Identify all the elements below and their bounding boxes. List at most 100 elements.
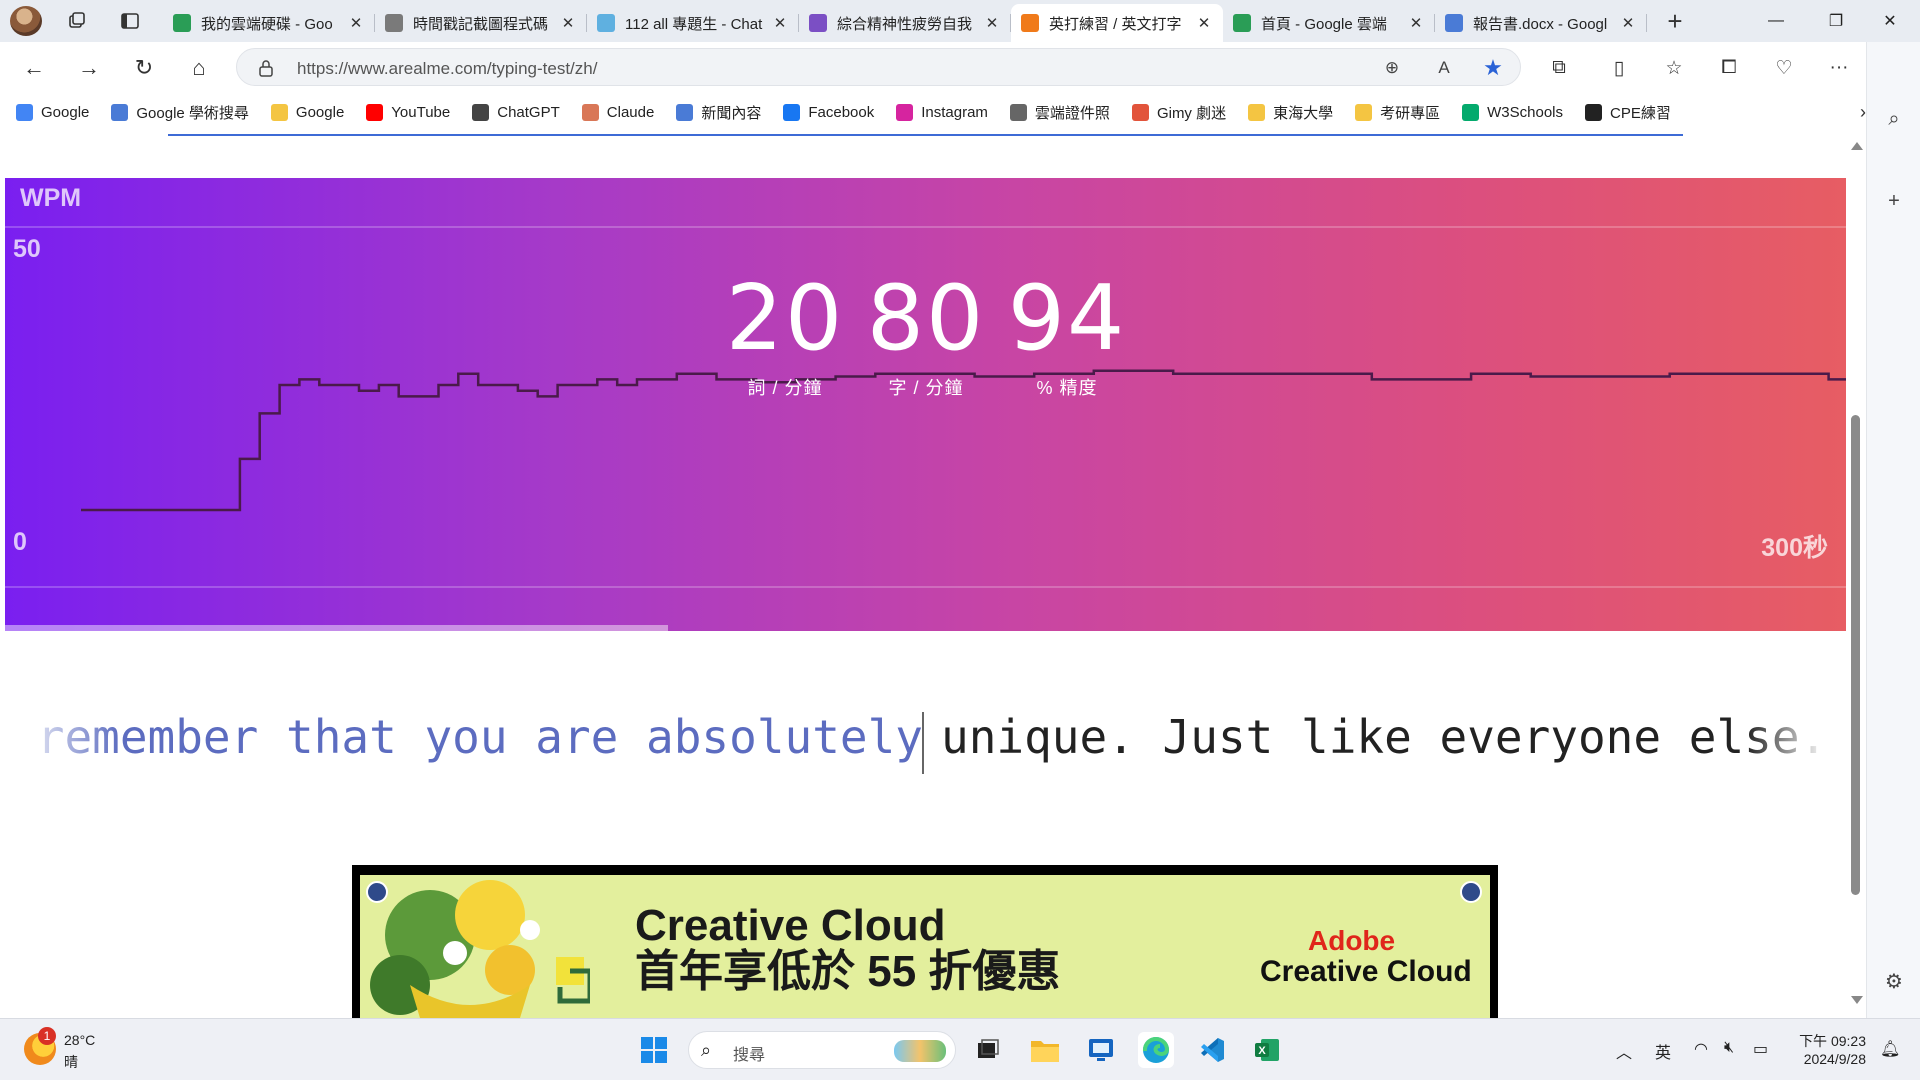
search-icon[interactable]: ⌕ — [1879, 104, 1909, 134]
facebook-icon — [783, 103, 801, 121]
close-window-button[interactable]: ✕ — [1860, 0, 1920, 42]
back-button[interactable]: ← — [18, 52, 50, 84]
bookmark-item[interactable]: Claude — [581, 103, 655, 121]
split-screen-icon[interactable]: ▯ — [1605, 54, 1633, 82]
tab-close-icon[interactable]: ✕ — [1195, 14, 1213, 32]
browser-tab[interactable]: 英打練習 / 英文打字 ✕ — [1011, 4, 1223, 42]
github-icon — [1585, 103, 1603, 121]
notification-bell-icon[interactable]: 🔔︎ — [1880, 1039, 1900, 1059]
scrollbar-thumb[interactable] — [1851, 415, 1860, 895]
collections-icon[interactable]: ⧠ — [1715, 54, 1743, 82]
volume-muted-icon[interactable]: 🔇︎ — [1724, 1039, 1734, 1057]
web-page: WPM 50 0 300秒 20 詞 / 分鐘 80 字 / 分鐘 94 % 精… — [0, 132, 1866, 1018]
taskbar-search[interactable]: ⌕ 搜尋 — [688, 1031, 956, 1069]
minimize-button[interactable]: — — [1746, 0, 1806, 42]
tab-close-icon[interactable]: ✕ — [771, 14, 789, 32]
bookmark-item[interactable]: YouTube — [366, 103, 450, 121]
remote-desktop-icon[interactable] — [1083, 1032, 1119, 1068]
battery-icon[interactable]: ▭ — [1753, 1039, 1768, 1059]
vscode-icon[interactable] — [1194, 1032, 1230, 1068]
tab-close-icon[interactable]: ✕ — [1619, 14, 1637, 32]
bookmark-item[interactable]: Instagram — [896, 103, 988, 121]
browser-tab[interactable]: 綜合精神性疲勞自我 ✕ — [799, 4, 1011, 42]
bookmark-item[interactable]: 考研專區 — [1355, 102, 1440, 123]
bookmark-item[interactable]: W3Schools — [1462, 103, 1563, 121]
profile-avatar[interactable] — [10, 6, 42, 36]
wifi-icon[interactable]: ◠ — [1694, 1039, 1708, 1059]
tab-close-icon[interactable]: ✕ — [983, 14, 1001, 32]
tab-title: 112 all 專題生 - Chat — [625, 15, 763, 33]
clock-time[interactable]: 下午 09:23 — [1796, 1031, 1866, 1051]
text-caret — [922, 712, 924, 774]
bookmark-label: Claude — [606, 103, 655, 121]
chevron-up-icon[interactable]: ︿ — [1616, 1039, 1632, 1063]
scroll-down-arrow-icon[interactable] — [1851, 996, 1863, 1004]
ad-shield-icon[interactable] — [1460, 881, 1482, 903]
browser-tab[interactable]: 我的雲端硬碟 - Goo ✕ — [163, 4, 375, 42]
weather-condition[interactable]: 晴 — [64, 1052, 78, 1072]
tab-close-icon[interactable]: ✕ — [347, 14, 365, 32]
bookmark-item[interactable]: Google — [16, 103, 90, 121]
task-view-icon[interactable] — [970, 1032, 1006, 1068]
read-aloud-icon[interactable]: A — [1433, 57, 1455, 79]
more-menu-icon[interactable]: ··· — [1825, 54, 1853, 82]
favorites-icon[interactable]: ☆ — [1660, 54, 1688, 82]
start-windows-icon[interactable] — [636, 1032, 672, 1068]
bookmark-label: Google — [41, 103, 90, 121]
browser-tab[interactable]: 時間戳記截圖程式碼 ✕ — [375, 4, 587, 42]
bookmark-item[interactable]: Gimy 劇迷 — [1131, 102, 1226, 123]
search-icon: ⌕ — [701, 1040, 712, 1060]
file-explorer-icon[interactable] — [1027, 1032, 1063, 1068]
search-highlight-icon — [894, 1040, 946, 1062]
add-icon[interactable]: + — [1879, 186, 1909, 216]
instagram-icon — [896, 103, 914, 121]
bookmark-item[interactable]: 新聞內容 — [676, 102, 761, 123]
stat-accuracy: 94 % 精度 — [992, 274, 1142, 400]
tab-close-icon[interactable]: ✕ — [1407, 14, 1425, 32]
excel-icon[interactable]: X — [1249, 1032, 1285, 1068]
tab-close-icon[interactable]: ✕ — [559, 14, 577, 32]
typing-area[interactable]: ys remember that you are absolutely uniq… — [0, 702, 1846, 782]
extensions-icon[interactable]: ⧉ — [1545, 54, 1573, 82]
folder-icon — [270, 103, 288, 121]
bookmark-label: Instagram — [921, 103, 988, 121]
docs-icon — [1445, 14, 1463, 32]
ad-shield-icon[interactable] — [366, 881, 388, 903]
url-text[interactable]: https://www.arealme.com/typing-test/zh/ — [297, 59, 597, 79]
browser-tab[interactable]: 112 all 專題生 - Chat ✕ — [587, 4, 799, 42]
lock-icon[interactable] — [257, 59, 275, 77]
zoom-icon[interactable]: ⊕ — [1381, 57, 1403, 79]
folder-icon — [1355, 103, 1373, 121]
scroll-up-arrow-icon[interactable] — [1851, 142, 1863, 150]
bookmark-item[interactable]: Google — [270, 103, 344, 121]
clock-date[interactable]: 2024/9/28 — [1780, 1051, 1866, 1067]
edge-browser-icon[interactable] — [1138, 1032, 1174, 1068]
bookmark-item[interactable]: CPE練習 — [1585, 102, 1671, 123]
restore-button[interactable]: ❐ — [1806, 0, 1866, 42]
address-bar[interactable]: https://www.arealme.com/typing-test/zh/ … — [236, 48, 1521, 86]
tab-title: 時間戳記截圖程式碼 — [413, 15, 549, 33]
bookmark-label: 雲端證件照 — [1034, 104, 1110, 122]
workspaces-icon[interactable] — [63, 7, 91, 35]
fox-icon — [1021, 14, 1039, 32]
bookmark-item[interactable]: 東海大學 — [1248, 102, 1333, 123]
home-button[interactable]: ⌂ — [183, 52, 215, 84]
bookmark-item[interactable]: Facebook — [783, 103, 874, 121]
settings-gear-icon[interactable]: ⚙ — [1879, 966, 1909, 996]
vertical-tabs-icon[interactable] — [116, 7, 144, 35]
advertisement-banner[interactable]: Creative Cloud 首年享低於 55 折優惠 Adobe Creati… — [352, 865, 1498, 1018]
new-tab-button[interactable]: + — [1660, 6, 1690, 36]
browser-tab[interactable]: 報告書.docx - Googl ✕ — [1435, 4, 1647, 42]
browser-essentials-icon[interactable]: ♡ — [1770, 54, 1798, 82]
weather-temperature[interactable]: 28°C — [64, 1032, 95, 1048]
bookmark-item[interactable]: Google 學術搜尋 — [111, 102, 249, 123]
forward-button[interactable]: → — [73, 52, 105, 84]
bookmark-item[interactable]: ChatGPT — [472, 103, 560, 121]
browser-tab[interactable]: 首頁 - Google 雲端 ✕ — [1223, 4, 1435, 42]
refresh-button[interactable]: ↻ — [128, 52, 160, 84]
bookmark-item[interactable]: 雲端證件照 — [1009, 102, 1110, 123]
cpm-value: 80 — [866, 266, 986, 371]
ad-content[interactable]: Creative Cloud 首年享低於 55 折優惠 Adobe Creati… — [360, 875, 1490, 1018]
ime-indicator[interactable]: 英 — [1655, 1039, 1671, 1063]
favorite-star-icon[interactable]: ★ — [1482, 55, 1504, 80]
